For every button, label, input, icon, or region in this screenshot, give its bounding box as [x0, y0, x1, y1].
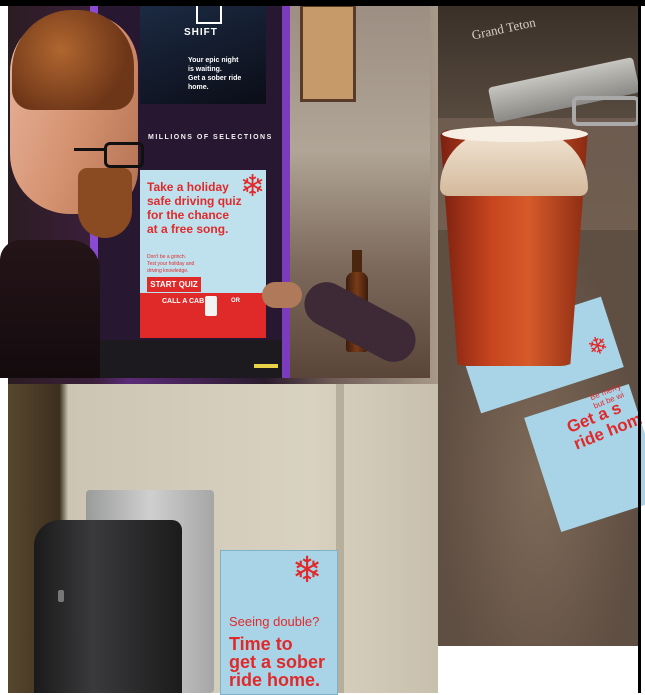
glass-rim — [442, 126, 588, 142]
dispenser-logo-icon — [58, 590, 64, 602]
quiz-small-text: Don't be a grinch. Test your holiday and… — [147, 254, 195, 274]
glasses-arm — [74, 148, 104, 151]
jukebox-slot — [254, 364, 278, 368]
man-beard — [78, 168, 132, 238]
paper-towel-dispenser — [34, 520, 182, 693]
phone-icon — [205, 296, 217, 316]
or-label: OR — [231, 298, 240, 304]
man-hair — [12, 10, 134, 110]
promo-text: Your epic night is waiting. Get a sober … — [188, 57, 242, 91]
woman-hand — [262, 282, 302, 308]
tap-handle — [572, 96, 640, 126]
photo-collage: SHIFT Your epic night is waiting. Get a … — [0, 0, 645, 695]
wall-picture — [300, 4, 356, 102]
snowflake-icon: ❄ — [292, 549, 323, 590]
man-torso — [0, 240, 100, 378]
snowflake-icon: ❄ — [240, 170, 266, 203]
top-border — [0, 0, 645, 6]
millions-banner: MILLIONS OF SELECTIONS — [148, 134, 273, 141]
shift-brand-text: SHIFT — [184, 27, 218, 38]
glasses — [104, 142, 144, 168]
start-quiz-button[interactable]: START QUIZ — [147, 277, 201, 292]
right-border — [638, 0, 641, 693]
sign-message: Time to get a sober ride home. — [229, 634, 326, 690]
jukebox-base — [98, 340, 282, 378]
shift-logo-icon — [196, 4, 222, 24]
sign-headline: Seeing double? — [229, 614, 320, 629]
